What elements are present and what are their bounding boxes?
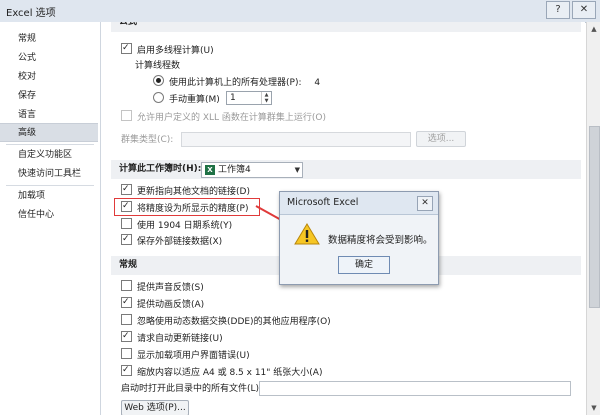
sidebar-item-customize-ribbon[interactable]: 自定义功能区 [0,146,98,165]
all-processors-label: 使用此计算机上的所有处理器(P): [169,78,302,88]
sidebar-item-proofing[interactable]: 校对 [0,68,98,87]
web-options-button[interactable]: Web 选项(P)... [121,400,189,415]
options-sidebar: 常规 公式 校对 保存 语言 高级 自定义功能区 快速访问工具栏 加载项 信任中… [0,22,101,415]
date-1904-label: 使用 1904 日期系统(Y) [137,221,233,231]
multithread-label: 启用多线程计算(U) [137,46,214,56]
precision-warning-dialog: Microsoft Excel ✕ 数据精度将会受到影响。 确定 [279,191,439,285]
auto-update-links-checkbox[interactable] [121,329,132,343]
sound-feedback-label: 提供声音反馈(S) [137,283,204,293]
save-external-links-checkbox[interactable] [121,232,132,246]
sidebar-item-add-ins[interactable]: 加载项 [0,187,98,206]
manual-threads-stepper[interactable]: 1 ▲ ▼ [226,91,272,105]
scale-a4-checkbox[interactable] [121,363,132,377]
cluster-type-label: 群集类型(C): [121,135,174,145]
sidebar-item-formulas[interactable]: 公式 [0,49,98,68]
sidebar-item-advanced[interactable]: 高级 [0,123,98,142]
workbook-select[interactable]: X 工作簿4 ▼ [201,162,303,178]
ignore-dde-option[interactable]: 忽略使用动态数据交换(DDE)的其他应用程序(O) [121,314,331,328]
scrollbar-thumb[interactable] [589,126,600,308]
update-links-checkbox[interactable] [121,182,132,196]
workbook-select-value: 工作簿4 [218,165,251,175]
sidebar-item-trust-center[interactable]: 信任中心 [0,206,98,225]
all-processors-option[interactable]: 使用此计算机上的所有处理器(P): 4 [153,75,320,89]
allow-xll-label: 允许用户定义的 XLL 函数在计算群集上运行(O) [137,113,327,123]
help-button[interactable]: ? [546,1,570,19]
update-links-label: 更新指向其他文档的链接(D) [137,187,250,197]
animation-feedback-label: 提供动画反馈(A) [137,300,205,310]
window-close-button[interactable]: ✕ [572,1,596,19]
date-1904-option[interactable]: 使用 1904 日期系统(Y) [121,218,232,232]
sidebar-divider [6,185,94,186]
addin-errors-checkbox[interactable] [121,348,132,359]
processor-count: 4 [314,78,321,88]
startup-folder-label: 启动时打开此目录中的所有文件(L): [121,384,263,394]
options-scrollbar[interactable]: ▲ ▼ [586,22,600,415]
cluster-type-combo[interactable] [181,132,411,147]
cluster-options-button[interactable]: 选项... [416,131,466,147]
save-external-links-option[interactable]: 保存外部链接数据(X) [121,232,223,248]
multithread-checkbox[interactable] [121,41,132,55]
window-titlebar: Excel 选项 ? ✕ [0,0,600,23]
sound-feedback-checkbox[interactable] [121,280,132,291]
manual-threads-label: 手动重算(M) [169,95,220,105]
sound-feedback-option[interactable]: 提供声音反馈(S) [121,280,204,294]
startup-folder-input[interactable] [259,381,571,396]
update-links-option[interactable]: 更新指向其他文档的链接(D) [121,182,250,198]
addin-errors-option[interactable]: 显示加载项用户界面错误(U) [121,348,250,362]
auto-update-links-label: 请求自动更新链接(U) [137,334,223,344]
ignore-dde-checkbox[interactable] [121,314,132,325]
excel-workbook-icon: X [205,165,215,175]
all-processors-radio[interactable] [153,75,164,86]
section-header-formulas: 公式 [111,22,581,32]
window-title: Excel 选项 [6,8,56,19]
scroll-up-icon[interactable]: ▲ [587,22,600,36]
sidebar-item-save[interactable]: 保存 [0,87,98,106]
dialog-close-button[interactable]: ✕ [417,196,433,211]
manual-threads-option[interactable]: 手动重算(M) [153,92,220,106]
stepper-arrows-icon[interactable]: ▲ ▼ [261,92,271,104]
ok-button[interactable]: 确定 [338,256,390,274]
manual-threads-radio[interactable] [153,92,164,103]
precision-highlight-box [114,198,260,216]
sidebar-item-quick-access-toolbar[interactable]: 快速访问工具栏 [0,165,98,184]
date-1904-checkbox[interactable] [121,218,132,229]
animation-feedback-option[interactable]: 提供动画反馈(A) [121,295,205,311]
thread-count-label: 计算线程数 [135,61,181,71]
addin-errors-label: 显示加载项用户界面错误(U) [137,351,250,361]
dialog-title: Microsoft Excel [287,197,359,208]
sidebar-item-general[interactable]: 常规 [0,30,98,49]
auto-update-links-option[interactable]: 请求自动更新链接(U) [121,329,223,345]
allow-xll-checkbox[interactable] [121,110,132,121]
multithread-option[interactable]: 启用多线程计算(U) [121,41,214,57]
warning-icon [294,223,320,245]
scale-a4-label: 缩放内容以适应 A4 或 8.5 x 11" 纸张大小(A) [137,368,323,378]
scale-a4-option[interactable]: 缩放内容以适应 A4 或 8.5 x 11" 纸张大小(A) [121,363,323,379]
dialog-message: 数据精度将会受到影响。 [328,235,433,246]
save-external-links-label: 保存外部链接数据(X) [137,237,223,247]
animation-feedback-checkbox[interactable] [121,295,132,309]
manual-threads-value: 1 [230,93,236,103]
chevron-down-icon: ▼ [294,166,300,174]
dialog-titlebar: Microsoft Excel ✕ [280,192,438,215]
ignore-dde-label: 忽略使用动态数据交换(DDE)的其他应用程序(O) [137,317,331,327]
sidebar-divider [6,144,94,145]
section-header-calc-workbook: 计算此工作簿时(H): [111,160,581,179]
scroll-down-icon[interactable]: ▼ [587,401,600,415]
calc-workbook-header: 计算此工作簿时(H): [119,164,202,174]
allow-xll-option[interactable]: 允许用户定义的 XLL 函数在计算群集上运行(O) [121,110,326,124]
